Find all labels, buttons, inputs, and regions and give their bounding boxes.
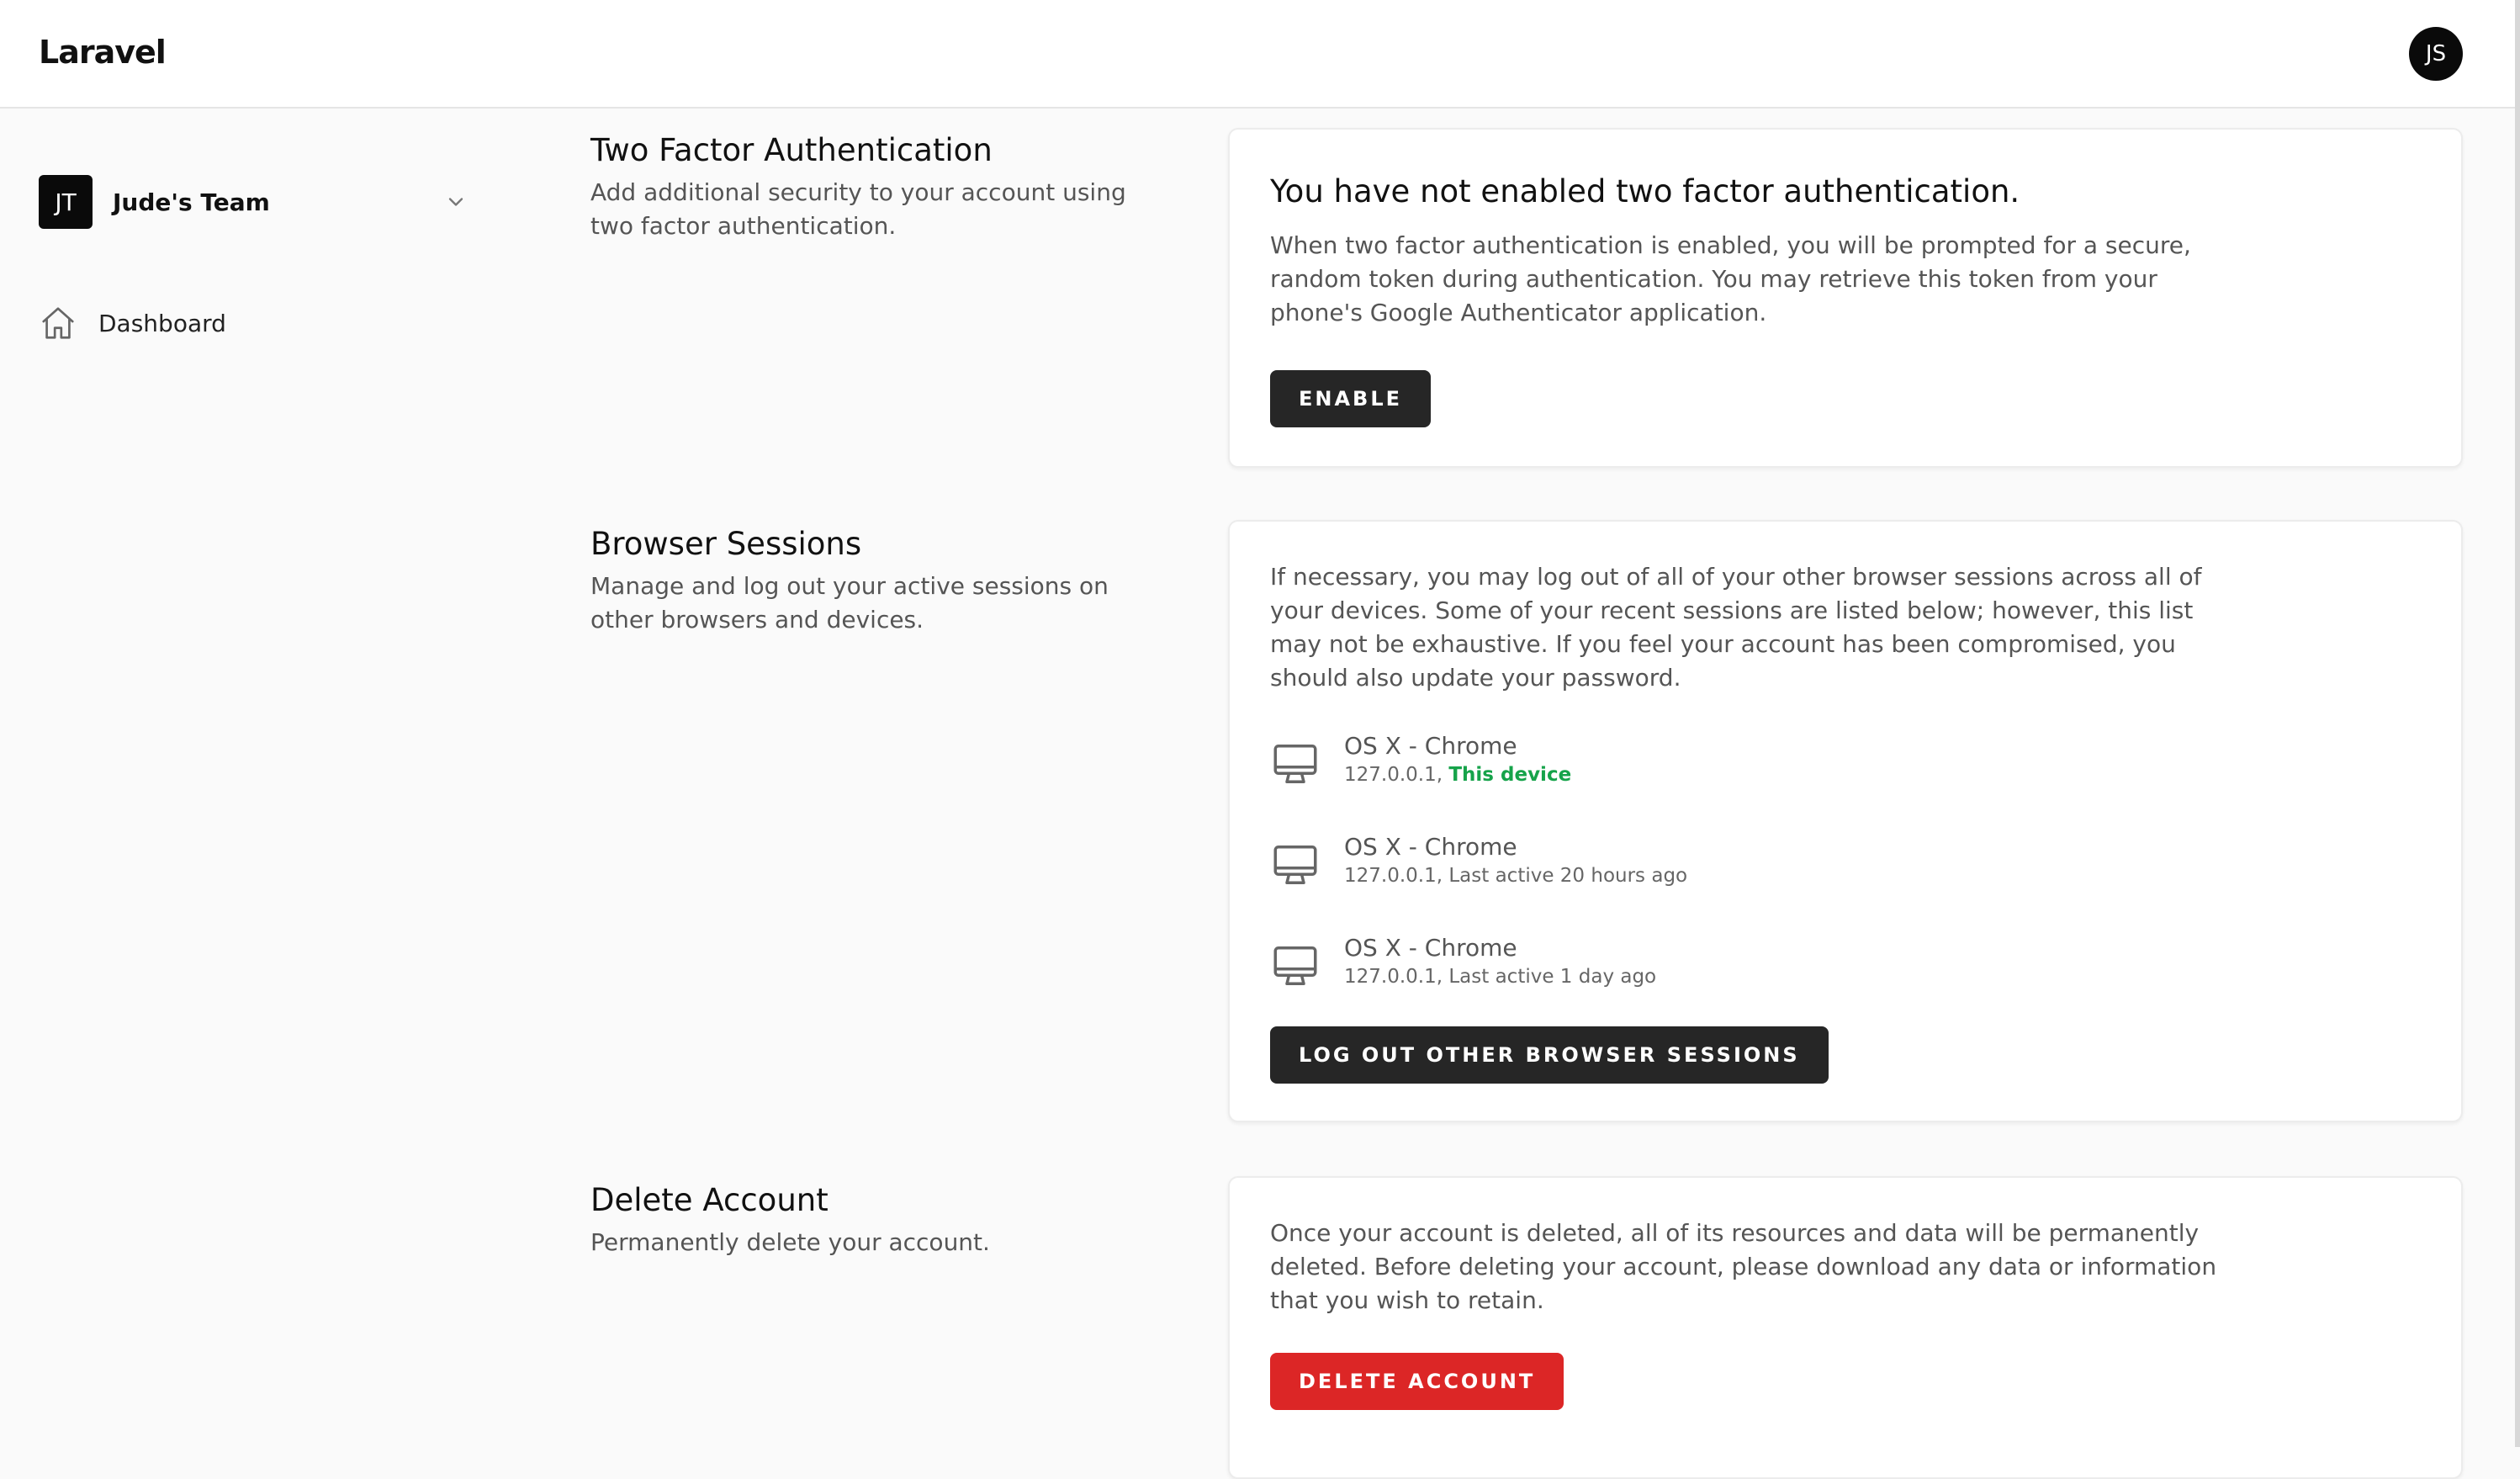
- two-factor-card: You have not enabled two factor authenti…: [1228, 128, 2463, 468]
- session-item: OS X - Chrome 127.0.0.1, Last active 1 d…: [1270, 932, 1943, 999]
- session-last-active: Last active 1 day ago: [1448, 966, 1657, 988]
- session-ip: 127.0.0.1,: [1344, 966, 1443, 988]
- session-device: OS X - Chrome: [1344, 732, 1517, 760]
- session-device: OS X - Chrome: [1344, 833, 1517, 861]
- monitor-icon: [1273, 846, 1317, 884]
- delete-account-section-header: Delete Account Permanently delete your a…: [590, 1180, 1162, 1259]
- enable-two-factor-button[interactable]: ENABLE: [1270, 370, 1432, 427]
- session-meta: 127.0.0.1, Last active 20 hours ago: [1344, 863, 1687, 888]
- scrollbar[interactable]: [2515, 0, 2520, 1447]
- session-item: OS X - Chrome 127.0.0.1, Last active 20 …: [1270, 831, 1943, 899]
- delete-account-explanation: Once your account is deleted, all of its…: [1270, 1219, 2217, 1314]
- two-factor-section-header: Two Factor Authentication Add additional…: [590, 130, 1162, 243]
- team-avatar: JT: [39, 175, 93, 229]
- chevron-down-icon: [448, 198, 463, 206]
- sidebar-item-label: Dashboard: [98, 309, 226, 337]
- home-icon: [42, 307, 74, 339]
- section-title: Two Factor Authentication: [590, 132, 993, 168]
- browser-sessions-explanation: If necessary, you may log out of all of …: [1270, 563, 2202, 692]
- section-description: Permanently delete your account.: [590, 1228, 990, 1256]
- delete-account-button[interactable]: DELETE ACCOUNT: [1270, 1353, 1564, 1410]
- session-meta: 127.0.0.1, Last active 1 day ago: [1344, 964, 1656, 989]
- session-meta: 127.0.0.1, This device: [1344, 762, 1571, 787]
- section-description: Manage and log out your active sessions …: [590, 572, 1109, 633]
- monitor-icon: [1273, 946, 1317, 985]
- app-logo[interactable]: Laravel: [39, 34, 167, 71]
- sidebar-item-dashboard[interactable]: Dashboard: [39, 303, 226, 343]
- log-out-other-sessions-button[interactable]: LOG OUT OTHER BROWSER SESSIONS: [1270, 1026, 1829, 1084]
- section-title: Browser Sessions: [590, 526, 862, 562]
- browser-sessions-card: If necessary, you may log out of all of …: [1228, 520, 2463, 1122]
- section-description: Add additional security to your account …: [590, 178, 1126, 240]
- section-title: Delete Account: [590, 1182, 829, 1218]
- session-ip: 127.0.0.1,: [1344, 865, 1443, 887]
- user-avatar[interactable]: JS: [2409, 27, 2463, 81]
- session-ip: 127.0.0.1,: [1344, 764, 1443, 786]
- monitor-icon: [1273, 745, 1317, 783]
- session-last-active: Last active 20 hours ago: [1448, 865, 1688, 887]
- browser-sessions-section-header: Browser Sessions Manage and log out your…: [590, 524, 1162, 637]
- two-factor-status-heading: You have not enabled two factor authenti…: [1270, 173, 2020, 209]
- team-switcher[interactable]: JT Jude's Team: [39, 175, 468, 229]
- session-device: OS X - Chrome: [1344, 934, 1517, 962]
- session-item: OS X - Chrome 127.0.0.1, This device: [1270, 730, 1943, 798]
- this-device-label: This device: [1448, 764, 1572, 786]
- two-factor-explanation: When two factor authentication is enable…: [1270, 231, 2191, 326]
- delete-account-card: Once your account is deleted, all of its…: [1228, 1176, 2463, 1479]
- team-name: Jude's Team: [113, 188, 270, 216]
- top-navigation-bar: Laravel JS: [0, 0, 2520, 109]
